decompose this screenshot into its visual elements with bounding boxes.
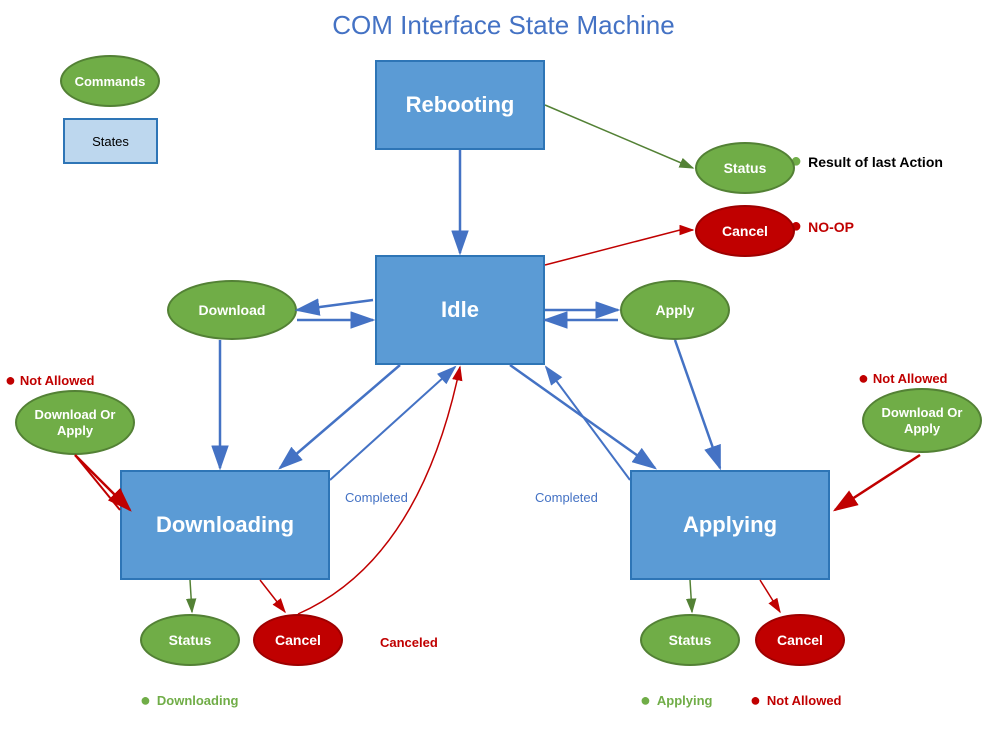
not-allowed-left-bullet: ● — [5, 370, 16, 391]
applying-bullet-dot: ● — [640, 690, 651, 711]
cancel-top-label: Cancel — [722, 223, 768, 239]
rebooting-label: Rebooting — [406, 92, 515, 118]
status-apply-label: Status — [669, 632, 712, 648]
not-allowed-left-label: Not Allowed — [20, 373, 95, 388]
applying-label: Applying — [683, 512, 777, 538]
not-allowed-right-bullet: ● — [858, 368, 869, 389]
completed-right-label: Completed — [535, 490, 598, 505]
result-label-container: ● Result of last Action — [790, 150, 943, 173]
applying-bullet-label: Applying — [657, 693, 713, 708]
canceled-label: Canceled — [380, 635, 438, 650]
legend-states-box: States — [63, 118, 158, 164]
cancel-apply-label: Cancel — [777, 632, 823, 648]
cancel-download-label: Cancel — [275, 632, 321, 648]
legend-states-label: States — [92, 134, 129, 149]
legend-commands-label: Commands — [75, 74, 146, 89]
not-allowed-apply-bullet-container: ● Not Allowed — [750, 690, 842, 711]
completed-left-label: Completed — [345, 490, 408, 505]
applying-state: Applying — [630, 470, 830, 580]
status-top-ellipse: Status — [695, 142, 795, 194]
applying-bullet-container: ● Applying — [640, 690, 712, 711]
not-allowed-right-container: ● Not Allowed — [858, 368, 948, 389]
noop-label: NO-OP — [808, 219, 854, 235]
idle-state: Idle — [375, 255, 545, 365]
status-download-ellipse: Status — [140, 614, 240, 666]
apply-label: Apply — [656, 302, 695, 318]
download-label: Download — [199, 302, 266, 318]
idle-label: Idle — [441, 297, 479, 323]
download-or-apply-right-ellipse: Download Or Apply — [862, 388, 982, 453]
downloading-label: Downloading — [156, 512, 294, 538]
download-or-apply-left-ellipse: Download Or Apply — [15, 390, 135, 455]
result-label: Result of last Action — [808, 154, 943, 170]
status-apply-ellipse: Status — [640, 614, 740, 666]
diagram-container: COM Interface State Machine Commands Sta… — [0, 0, 1007, 734]
noop-label-container: ● NO-OP — [790, 215, 854, 238]
status-download-label: Status — [169, 632, 212, 648]
rebooting-state: Rebooting — [375, 60, 545, 150]
apply-command-ellipse: Apply — [620, 280, 730, 340]
cancel-apply-ellipse: Cancel — [755, 614, 845, 666]
downloading-bullet-container: ● Downloading — [140, 690, 238, 711]
not-allowed-apply-bullet-label: Not Allowed — [767, 693, 842, 708]
downloading-bullet-dot: ● — [140, 690, 151, 711]
downloading-bullet-label: Downloading — [157, 693, 239, 708]
download-command-ellipse: Download — [167, 280, 297, 340]
not-allowed-left-container: ● Not Allowed — [5, 370, 95, 391]
status-top-label: Status — [724, 160, 767, 176]
cancel-download-ellipse: Cancel — [253, 614, 343, 666]
not-allowed-apply-bullet-dot: ● — [750, 690, 761, 711]
cancel-top-ellipse: Cancel — [695, 205, 795, 257]
download-or-apply-right-label: Download Or Apply — [864, 405, 980, 436]
diagram-title: COM Interface State Machine — [0, 10, 1007, 41]
download-or-apply-left-label: Download Or Apply — [17, 407, 133, 438]
not-allowed-right-label: Not Allowed — [873, 371, 948, 386]
legend-commands-ellipse: Commands — [60, 55, 160, 107]
downloading-state: Downloading — [120, 470, 330, 580]
